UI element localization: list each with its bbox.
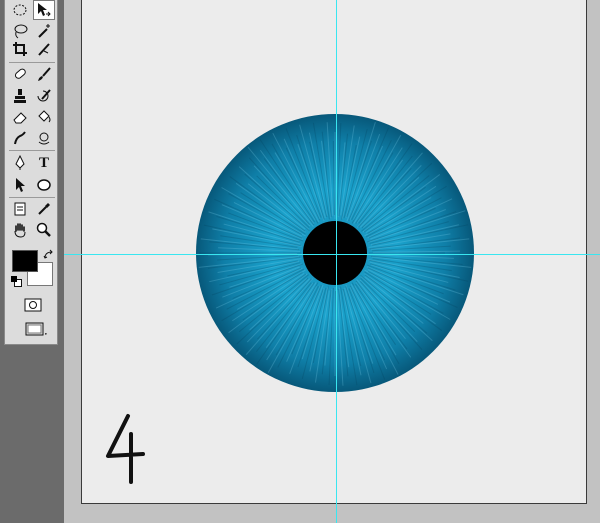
screen-mode-button[interactable] (21, 320, 51, 338)
ellipse-shape-icon (37, 179, 51, 191)
toolbox-separator (9, 62, 55, 63)
toolbox-separator (9, 150, 55, 151)
magic-wand-icon (38, 24, 50, 38)
lasso-icon (14, 24, 28, 39)
eraser-tool[interactable] (9, 107, 31, 127)
brush-icon (38, 67, 51, 81)
quick-mask-icon (24, 298, 42, 312)
notes-icon (14, 202, 26, 216)
move-tool[interactable] (33, 0, 55, 20)
crop-icon (13, 42, 27, 56)
quick-mask-mode-button[interactable] (21, 296, 45, 314)
smudge-icon (14, 131, 26, 145)
pupil (303, 221, 367, 285)
move-icon (38, 3, 51, 17)
ellipse-marquee-icon (13, 4, 27, 16)
screen-mode-icon (25, 322, 47, 336)
zoom-tool[interactable] (33, 220, 55, 240)
paint-bucket-icon (38, 110, 51, 123)
iris-graphic (196, 114, 474, 392)
pen-icon (15, 155, 25, 170)
eye-iris-image (195, 113, 475, 393)
history-brush-icon (37, 89, 51, 102)
vertical-guide[interactable] (336, 0, 337, 523)
crop-tool[interactable] (9, 39, 31, 59)
hand-icon (14, 223, 26, 238)
paint-bucket-tool[interactable] (33, 107, 55, 127)
elliptical-marquee-tool[interactable] (9, 0, 31, 20)
path-selection-tool[interactable] (9, 175, 31, 195)
zoom-icon (36, 222, 51, 237)
step-number-label: 4 (98, 404, 158, 494)
arrow-icon (16, 178, 25, 192)
horizontal-guide[interactable] (64, 254, 600, 255)
slice-icon (38, 43, 50, 56)
slice-tool[interactable] (33, 39, 55, 59)
hand-tool[interactable] (9, 220, 31, 240)
tools-palette: T (4, 0, 58, 345)
type-icon: T (38, 154, 49, 171)
type-tool[interactable]: T (33, 153, 55, 173)
default-colors-icon[interactable] (11, 276, 22, 287)
workspace: 4 (0, 0, 600, 523)
magic-wand-tool[interactable] (33, 21, 55, 41)
history-brush-tool[interactable] (33, 86, 55, 106)
dodge-tool[interactable] (33, 128, 55, 148)
notes-tool[interactable] (9, 199, 31, 219)
pen-tool[interactable] (9, 153, 31, 173)
foreground-color-swatch[interactable] (12, 250, 38, 272)
bandage-icon (14, 68, 26, 79)
clone-stamp-tool[interactable] (9, 86, 31, 106)
smudge-tool[interactable] (9, 128, 31, 148)
ellipse-shape-tool[interactable] (33, 175, 55, 195)
healing-brush-tool[interactable] (9, 64, 31, 84)
brush-tool[interactable] (33, 64, 55, 84)
stamp-icon (14, 89, 26, 103)
toolbox-separator (9, 197, 55, 198)
lasso-tool[interactable] (9, 21, 31, 41)
dodge-icon (38, 132, 50, 145)
eraser-icon (13, 112, 27, 124)
swap-colors-icon[interactable] (43, 246, 55, 259)
eyedropper-icon (38, 203, 50, 215)
eyedropper-tool[interactable] (33, 199, 55, 219)
